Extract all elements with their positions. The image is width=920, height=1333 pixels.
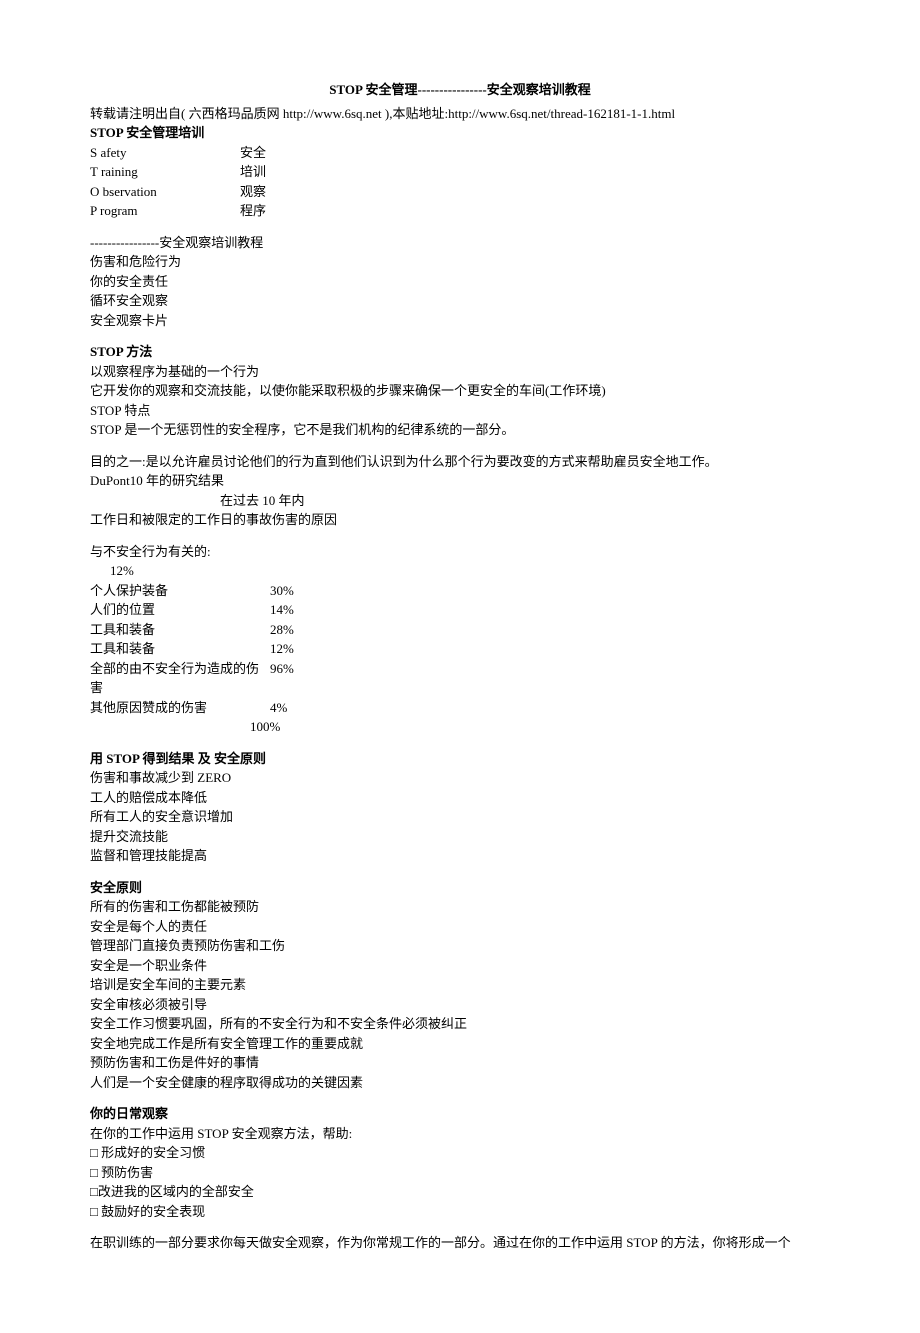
results-line-2: 工人的赔偿成本降低	[90, 788, 830, 808]
daily-checkbox-3: □改进我的区域内的全部安全	[90, 1182, 830, 1202]
principle-4: 安全是一个职业条件	[90, 956, 830, 976]
daily-intro: 在你的工作中运用 STOP 安全观察方法，帮助:	[90, 1124, 830, 1144]
daily-checkbox-1: □ 形成好的安全习惯	[90, 1143, 830, 1163]
stats-row-3: 工具和装备 28%	[90, 620, 830, 640]
stats-header: 与不安全行为有关的:	[90, 542, 830, 562]
heading-stop-method: STOP 方法	[90, 342, 830, 362]
source-line: 转载请注明出自( 六西格玛品质网 http://www.6sq.net ),本贴…	[90, 104, 830, 124]
stats-label-4: 工具和装备	[90, 639, 270, 659]
topic-1: 伤害和危险行为	[90, 252, 830, 272]
stats-value-4: 12%	[270, 639, 294, 659]
results-line-3: 所有工人的安全意识增加	[90, 807, 830, 827]
stats-value-6: 4%	[270, 698, 287, 718]
stats-label-3: 工具和装备	[90, 620, 270, 640]
method-line-4: STOP 是一个无惩罚性的安全程序，它不是我们机构的纪律系统的一部分。	[90, 420, 830, 440]
stats-value-2: 14%	[270, 600, 294, 620]
stats-label-1: 个人保护装备	[90, 581, 270, 601]
stats-12-percent: 12%	[90, 561, 830, 581]
purpose-line-2: DuPont10 年的研究结果	[90, 471, 830, 491]
acronym-o-left: O bservation	[90, 182, 240, 202]
method-line-2: 它开发你的观察和交流技能，以使你能采取积极的步骤来确保一个更安全的车间(工作环境…	[90, 381, 830, 401]
heading-results-principles: 用 STOP 得到结果 及 安全原则	[90, 749, 830, 769]
stats-value-3: 28%	[270, 620, 294, 640]
stats-value-1: 30%	[270, 581, 294, 601]
purpose-line-1: 目的之一:是以允许雇员讨论他们的行为直到他们认识到为什么那个行为要改变的方式来帮…	[90, 452, 830, 472]
acronym-t-left: T raining	[90, 162, 240, 182]
acronym-row-p: P rogram 程序	[90, 201, 830, 221]
stats-row-1: 个人保护装备 30%	[90, 581, 830, 601]
acronym-row-s: S afety 安全	[90, 143, 830, 163]
results-line-4: 提升交流技能	[90, 827, 830, 847]
principle-1: 所有的伤害和工伤都能被预防	[90, 897, 830, 917]
acronym-p-right: 程序	[240, 201, 266, 221]
results-line-5: 监督和管理技能提高	[90, 846, 830, 866]
principle-3: 管理部门直接负责预防伤害和工伤	[90, 936, 830, 956]
acronym-s-right: 安全	[240, 143, 266, 163]
acronym-row-t: T raining 培训	[90, 162, 830, 182]
purpose-line-4: 工作日和被限定的工作日的事故伤害的原因	[90, 510, 830, 530]
heading-daily-observation: 你的日常观察	[90, 1104, 830, 1124]
acronym-t-right: 培训	[240, 162, 266, 182]
stats-row-4: 工具和装备 12%	[90, 639, 830, 659]
topic-4: 安全观察卡片	[90, 311, 830, 331]
stats-row-6: 其他原因赞成的伤害 4%	[90, 698, 830, 718]
heading-stop-training: STOP 安全管理培训	[90, 123, 830, 143]
principle-9: 预防伤害和工伤是件好的事情	[90, 1053, 830, 1073]
principle-8: 安全地完成工作是所有安全管理工作的重要成就	[90, 1034, 830, 1054]
stats-row-2: 人们的位置 14%	[90, 600, 830, 620]
stats-value-5: 96%	[270, 659, 294, 698]
topic-2: 你的安全责任	[90, 272, 830, 292]
stats-total: 100%	[90, 717, 830, 737]
results-line-1: 伤害和事故减少到 ZERO	[90, 768, 830, 788]
acronym-s-left: S afety	[90, 143, 240, 163]
subtitle-dashes: ----------------安全观察培训教程	[90, 233, 830, 253]
stats-label-2: 人们的位置	[90, 600, 270, 620]
method-line-1: 以观察程序为基础的一个行为	[90, 362, 830, 382]
heading-safety-principles: 安全原则	[90, 878, 830, 898]
method-line-3: STOP 特点	[90, 401, 830, 421]
stats-label-6: 其他原因赞成的伤害	[90, 698, 270, 718]
acronym-p-left: P rogram	[90, 201, 240, 221]
principle-7: 安全工作习惯要巩固，所有的不安全行为和不安全条件必须被纠正	[90, 1014, 830, 1034]
document-title: STOP 安全管理----------------安全观察培训教程	[90, 80, 830, 100]
principle-10: 人们是一个安全健康的程序取得成功的关键因素	[90, 1073, 830, 1093]
daily-checkbox-2: □ 预防伤害	[90, 1163, 830, 1183]
closing-paragraph: 在职训练的一部分要求你每天做安全观察，作为你常规工作的一部分。通过在你的工作中运…	[90, 1233, 830, 1253]
daily-checkbox-4: □ 鼓励好的安全表现	[90, 1202, 830, 1222]
stats-label-5: 全部的由不安全行为造成的伤害	[90, 659, 270, 698]
stats-row-5: 全部的由不安全行为造成的伤害 96%	[90, 659, 830, 698]
principle-5: 培训是安全车间的主要元素	[90, 975, 830, 995]
acronym-row-o: O bservation 观察	[90, 182, 830, 202]
purpose-line-3: 在过去 10 年内	[90, 491, 830, 511]
principle-6: 安全审核必须被引导	[90, 995, 830, 1015]
topic-3: 循环安全观察	[90, 291, 830, 311]
principle-2: 安全是每个人的责任	[90, 917, 830, 937]
acronym-o-right: 观察	[240, 182, 266, 202]
